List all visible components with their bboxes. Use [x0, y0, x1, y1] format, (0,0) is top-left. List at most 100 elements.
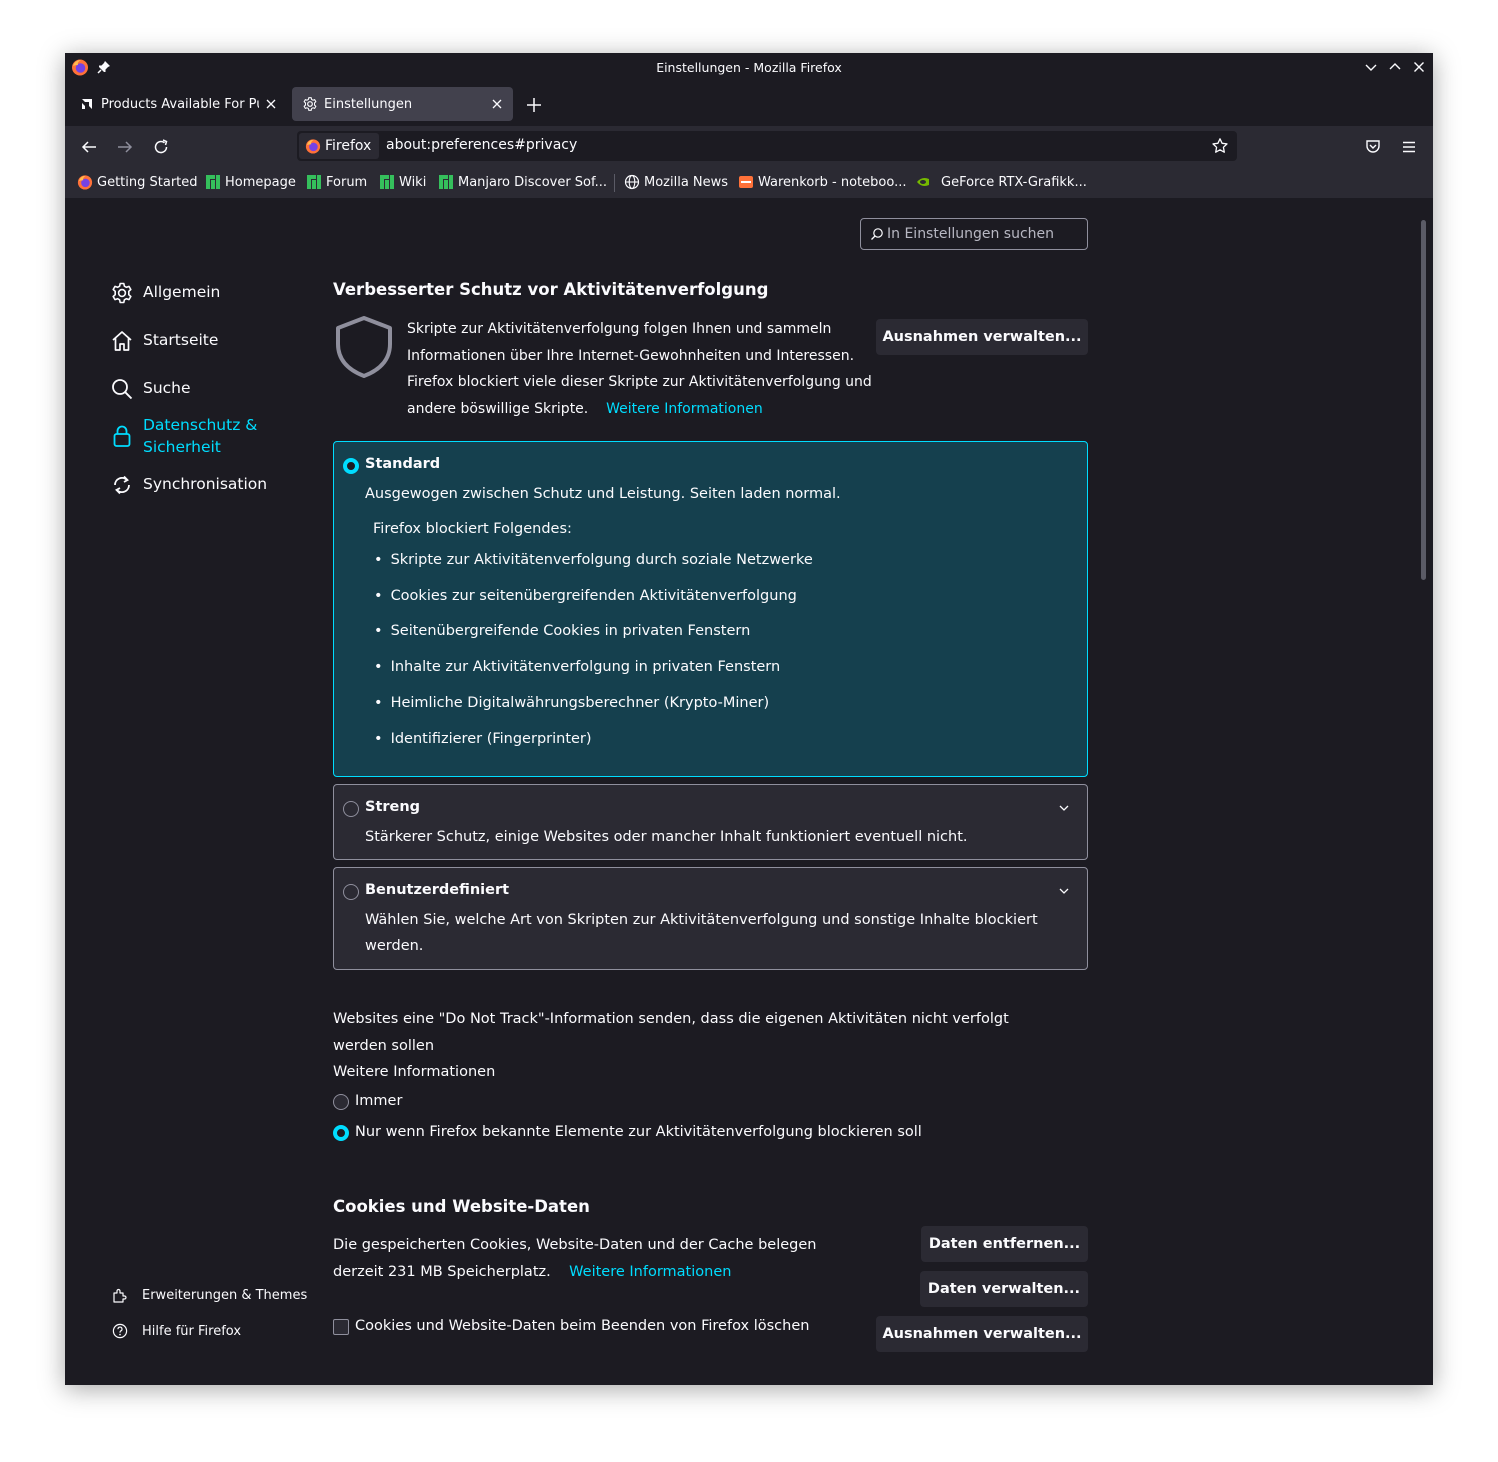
etp-description: Skripte zur Aktivitätenverfolgung folgen…	[407, 316, 877, 422]
back-icon[interactable]	[80, 138, 98, 156]
etp-option-standard[interactable]: Standard Ausgewogen zwischen Schutz und …	[333, 441, 1088, 777]
tab-einstellungen[interactable]: Einstellungen	[292, 87, 513, 121]
dnt-only-radio[interactable]	[333, 1125, 349, 1141]
help-icon	[112, 1323, 128, 1339]
category-label-line2: Sicherheit	[143, 438, 221, 456]
strict-radio[interactable]	[343, 801, 359, 817]
bookmark-label: GeForce RTX-Grafikk...	[941, 174, 1087, 190]
bookmark-wiki[interactable]: Wiki	[379, 173, 426, 191]
category-label-line1: Datenschutz &	[143, 416, 258, 434]
chevron-down-icon[interactable]	[1057, 801, 1071, 815]
category-synchronisation[interactable]: Synchronisation	[110, 473, 267, 497]
new-tab-icon[interactable]	[525, 96, 543, 114]
strict-description: Stärkerer Schutz, einige Websites oder m…	[365, 829, 968, 845]
home-icon	[112, 331, 132, 351]
standard-title: Standard	[365, 456, 441, 472]
cookies-heading: Cookies und Website-Daten	[333, 1197, 590, 1216]
delete-on-close-checkbox[interactable]	[333, 1319, 349, 1335]
url-bar[interactable]: Firefox about:preferences#privacy	[297, 131, 1237, 161]
tab-bar: Products Available For Purchase Einstell…	[65, 82, 1433, 126]
forward-icon[interactable]	[116, 138, 134, 156]
standard-radio[interactable]	[343, 458, 359, 474]
close-tab-icon[interactable]	[489, 96, 505, 112]
bookmark-homepage[interactable]: Homepage	[205, 173, 296, 191]
custom-description: Wählen Sie, welche Art von Skripten zur …	[365, 912, 1038, 954]
dnt-description: Websites eine "Do Not Track"-Information…	[333, 1011, 1009, 1054]
title-bar: Einstellungen - Mozilla Firefox	[65, 53, 1433, 82]
close-window-icon[interactable]	[1411, 59, 1427, 75]
manjaro-icon	[380, 175, 394, 189]
bookmark-warenkorb[interactable]: Warenkorb - noteboo...	[738, 173, 906, 191]
strict-title: Streng	[365, 799, 421, 815]
firefox-icon	[305, 139, 321, 154]
search-input[interactable]	[887, 223, 1082, 245]
category-allgemein[interactable]: Allgemein	[110, 281, 220, 305]
bookmark-manjaro-discover[interactable]: Manjaro Discover Sof...	[438, 173, 607, 191]
manage-data-button[interactable]: Daten verwalten...	[920, 1271, 1088, 1307]
dnt-only-label: Nur wenn Firefox bekannte Elemente zur A…	[355, 1124, 922, 1140]
category-startseite[interactable]: Startseite	[110, 329, 218, 353]
gear-icon	[112, 282, 132, 304]
category-label: Startseite	[143, 331, 219, 349]
etp-exceptions-button[interactable]: Ausnahmen verwalten...	[876, 319, 1088, 355]
url-text[interactable]: about:preferences#privacy	[386, 137, 577, 153]
chevron-down-icon[interactable]	[1057, 884, 1071, 898]
dnt-always-radio[interactable]	[333, 1094, 349, 1110]
blocklist-title: Firefox blockiert Folgendes:	[373, 521, 572, 537]
etp-option-custom[interactable]: Benutzerdefiniert Wählen Sie, welche Art…	[333, 867, 1088, 970]
shop-icon	[739, 176, 753, 188]
search-icon	[112, 379, 133, 400]
scrollbar-thumb[interactable]	[1421, 220, 1426, 580]
clear-data-button[interactable]: Daten entfernen...	[921, 1226, 1088, 1262]
blocklist-item: Identifizierer (Fingerprinter)	[374, 731, 592, 747]
tab-label: Einstellungen	[324, 96, 413, 112]
bookmarks-toolbar: Getting Started Homepage Forum Wiki Manj…	[65, 166, 1433, 198]
maximize-icon[interactable]	[1387, 59, 1403, 75]
bookmark-separator	[614, 174, 615, 192]
custom-radio[interactable]	[343, 884, 359, 900]
minimize-icon[interactable]	[1363, 59, 1379, 75]
cookies-description: Die gespeicherten Cookies, Website-Daten…	[333, 1232, 853, 1286]
search-icon	[871, 228, 883, 240]
bookmark-star-icon[interactable]	[1211, 137, 1229, 155]
bookmark-mozilla-news[interactable]: Mozilla News	[624, 173, 728, 191]
pocket-icon[interactable]	[1364, 138, 1382, 156]
identity-label: Firefox	[325, 138, 372, 154]
firefox-icon	[77, 175, 93, 190]
reload-icon[interactable]	[152, 138, 170, 156]
preferences-search[interactable]	[860, 218, 1088, 250]
blocklist-item: Seitenübergreifende Cookies in privaten …	[374, 623, 751, 639]
lock-icon	[113, 425, 131, 447]
addons-link[interactable]: Erweiterungen & Themes	[112, 1287, 307, 1303]
help-link[interactable]: Hilfe für Firefox	[112, 1323, 241, 1339]
etp-option-strict[interactable]: Streng Stärkerer Schutz, einige Websites…	[333, 784, 1088, 860]
etp-heading: Verbesserter Schutz vor Aktivitätenverfo…	[333, 280, 769, 299]
identity-box[interactable]: Firefox	[299, 133, 380, 159]
window-title: Einstellungen - Mozilla Firefox	[656, 60, 842, 75]
bookmark-forum[interactable]: Forum	[306, 173, 367, 191]
cookies-learn-more-link[interactable]: Weitere Informationen	[569, 1264, 731, 1280]
bookmark-geforce[interactable]: GeForce RTX-Grafikk...	[915, 173, 1087, 191]
bookmark-label: Wiki	[399, 174, 427, 190]
addons-label: Erweiterungen & Themes	[142, 1287, 308, 1303]
category-label: Synchronisation	[143, 475, 268, 493]
dnt-learn-more-link[interactable]: Weitere Informationen	[333, 1059, 495, 1086]
tab-products[interactable]: Products Available For Purchase	[69, 87, 287, 121]
nvidia-icon	[917, 178, 929, 186]
etp-learn-more-link[interactable]: Weitere Informationen	[606, 401, 763, 417]
help-label: Hilfe für Firefox	[142, 1323, 242, 1339]
shield-icon	[336, 316, 392, 378]
cookie-exceptions-button[interactable]: Ausnahmen verwalten...	[876, 1316, 1088, 1352]
category-suche[interactable]: Suche	[110, 377, 191, 401]
bookmark-label: Warenkorb - noteboo...	[758, 174, 907, 190]
bookmark-getting-started[interactable]: Getting Started	[77, 173, 198, 191]
menu-icon[interactable]	[1400, 138, 1418, 156]
standard-description: Ausgewogen zwischen Schutz und Leistung.…	[365, 486, 841, 502]
category-label: Datenschutz & Sicherheit	[143, 414, 257, 458]
globe-icon	[624, 174, 640, 190]
close-tab-icon[interactable]	[263, 96, 279, 112]
bookmark-label: Getting Started	[97, 174, 198, 190]
dnt-always-label: Immer	[355, 1093, 403, 1109]
amd-icon	[80, 97, 94, 111]
category-datenschutz[interactable]: Datenschutz & Sicherheit	[110, 414, 257, 458]
